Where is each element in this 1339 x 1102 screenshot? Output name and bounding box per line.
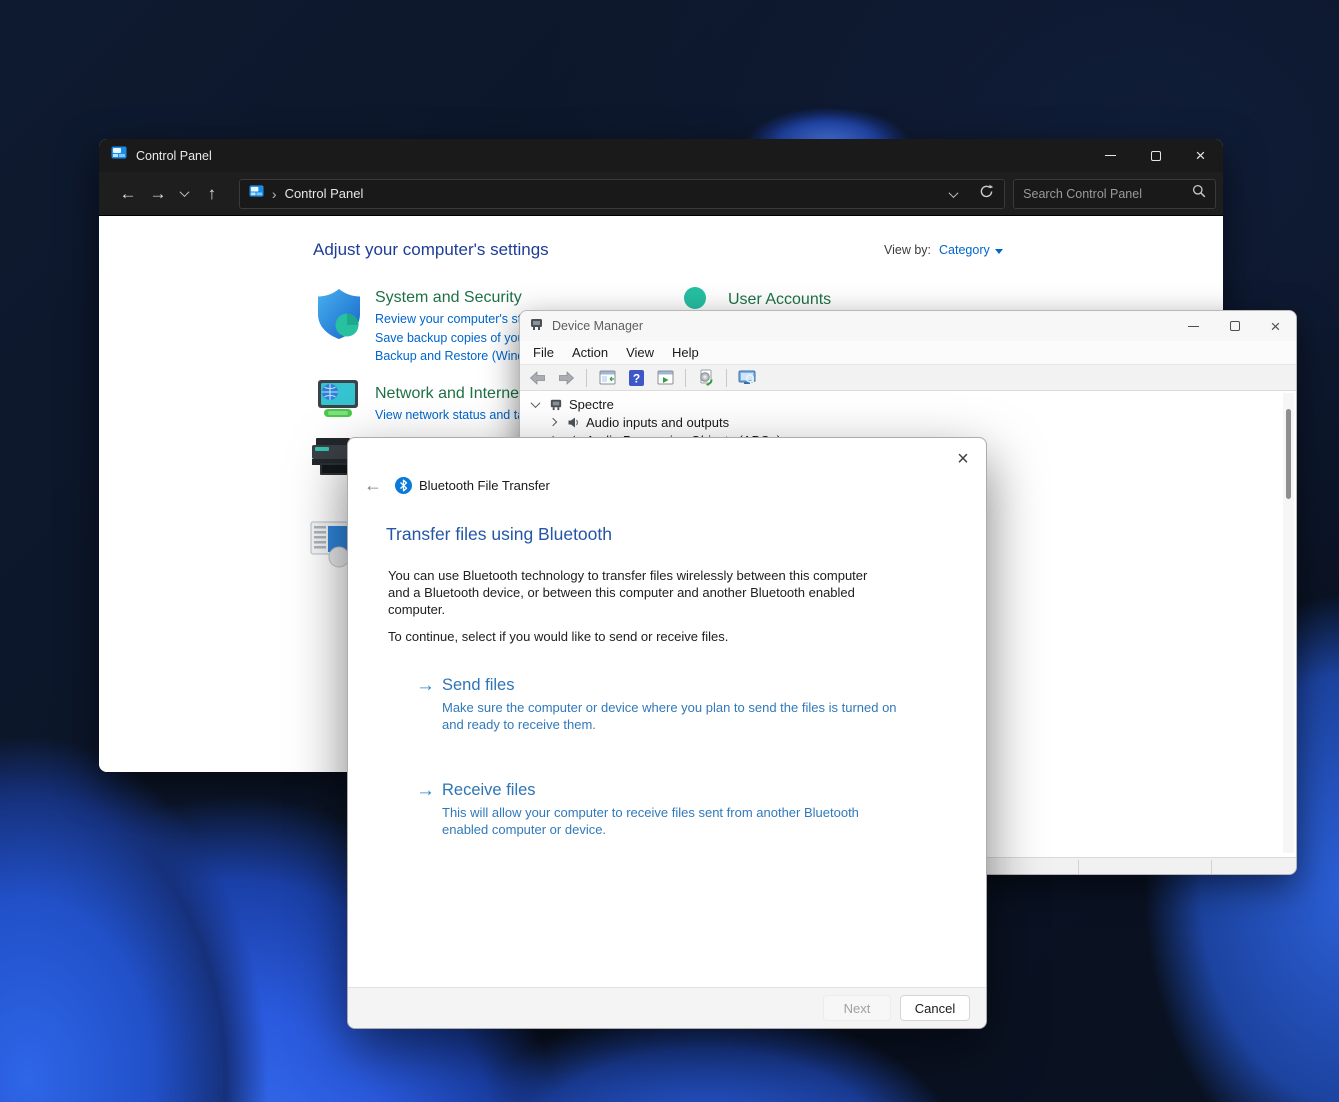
toolbar-console-tree-icon[interactable] — [595, 367, 619, 389]
menu-file[interactable]: File — [524, 345, 563, 360]
svg-text:?: ? — [632, 371, 639, 385]
right-arrow-icon — [416, 676, 435, 696]
statusbar-separator — [1078, 860, 1079, 874]
tree-row-audio-inputs[interactable]: Audio inputs and outputs — [520, 413, 729, 431]
tree-node-label[interactable]: Spectre — [569, 397, 614, 412]
view-by-dropdown[interactable]: Category — [939, 243, 1003, 257]
toolbar-separator — [726, 369, 727, 387]
toolbar-separator — [685, 369, 686, 387]
chevron-down-icon — [949, 188, 959, 198]
send-files-command-link[interactable]: Send files Make sure the computer or dev… — [416, 676, 902, 733]
minimize-button[interactable] — [1088, 139, 1133, 172]
toolbar-properties-icon[interactable] — [653, 367, 677, 389]
bluetooth-file-transfer-dialog: Bluetooth File Transfer Transfer files u… — [347, 437, 987, 1029]
desktop-wallpaper: Control Panel Control Panel — [0, 0, 1339, 1102]
prompt-text: To continue, select if you would like to… — [388, 628, 888, 645]
receive-files-description: This will allow your computer to receive… — [442, 804, 892, 838]
maximize-button[interactable] — [1133, 139, 1178, 172]
link-save-backup-copies[interactable]: Save backup copies of your — [375, 329, 531, 348]
vertical-scrollbar[interactable] — [1283, 393, 1294, 853]
minimize-icon — [1188, 326, 1199, 327]
page-title: Adjust your computer's settings — [313, 240, 549, 260]
link-review-computer-status[interactable]: Review your computer's sta — [375, 310, 531, 329]
close-button[interactable] — [1255, 311, 1296, 341]
category-user-accounts[interactable]: User Accounts — [728, 291, 831, 309]
network-internet-icon[interactable] — [314, 379, 362, 426]
back-button[interactable] — [113, 184, 143, 204]
receive-files-label[interactable]: Receive files — [442, 781, 536, 800]
breadcrumb-separator-icon — [272, 186, 277, 202]
menu-view[interactable]: View — [617, 345, 663, 360]
forward-button[interactable] — [143, 184, 173, 204]
search-box[interactable] — [1013, 179, 1216, 209]
category-network-and-internet[interactable]: Network and Interne — [375, 385, 530, 403]
close-button[interactable] — [1178, 139, 1223, 172]
computer-icon — [549, 397, 563, 411]
toolbar-help-icon[interactable]: ? — [624, 367, 648, 389]
close-icon — [1196, 147, 1206, 164]
menu-help[interactable]: Help — [663, 345, 708, 360]
device-manager-menubar: File Action View Help — [520, 341, 1296, 364]
receive-files-command-link[interactable]: Receive files This will allow your compu… — [416, 781, 892, 838]
intro-text: You can use Bluetooth technology to tran… — [388, 567, 888, 618]
toolbar-computer-search-icon[interactable] — [735, 367, 759, 389]
wizard-heading: Transfer files using Bluetooth — [386, 524, 612, 545]
device-manager-toolbar: ? — [520, 364, 1296, 391]
expand-chevron-icon[interactable] — [549, 418, 557, 426]
window-title: Control Panel — [136, 149, 212, 163]
maximize-button[interactable] — [1214, 311, 1255, 341]
toolbar-forward-icon[interactable] — [554, 367, 578, 389]
window-title: Device Manager — [552, 319, 643, 333]
toolbar-separator — [586, 369, 587, 387]
scrollbar-thumb[interactable] — [1286, 409, 1291, 499]
collapse-chevron-icon[interactable] — [531, 398, 541, 408]
next-button[interactable]: Next — [823, 995, 891, 1021]
toolbar-back-icon[interactable] — [525, 367, 549, 389]
refresh-icon[interactable] — [979, 184, 994, 204]
recent-pages-chevron[interactable] — [173, 190, 197, 197]
tree-node-label[interactable]: Audio inputs and outputs — [586, 415, 729, 430]
control-panel-navbar: Control Panel — [99, 172, 1223, 216]
system-security-icon[interactable] — [316, 288, 362, 366]
link-backup-and-restore[interactable]: Backup and Restore (Windo — [375, 347, 531, 366]
dialog-title: Bluetooth File Transfer — [419, 478, 550, 493]
speaker-icon — [567, 416, 580, 429]
minimize-icon — [1105, 155, 1116, 156]
back-button[interactable] — [358, 475, 388, 496]
cancel-button[interactable]: Cancel — [900, 995, 970, 1021]
send-files-label[interactable]: Send files — [442, 676, 514, 695]
control-panel-app-icon — [111, 145, 127, 166]
minimize-button[interactable] — [1173, 311, 1214, 341]
dropdown-triangle-icon — [995, 249, 1003, 254]
chevron-down-icon — [180, 187, 190, 197]
link-view-network-status[interactable]: View network status and tas — [375, 406, 530, 425]
send-files-description: Make sure the computer or device where y… — [442, 699, 902, 733]
view-by-value: Category — [939, 243, 990, 257]
menu-action[interactable]: Action — [563, 345, 617, 360]
location-icon — [249, 184, 264, 204]
bluetooth-icon — [395, 477, 412, 494]
control-panel-titlebar[interactable]: Control Panel — [99, 139, 1223, 172]
address-bar[interactable]: Control Panel — [239, 179, 1005, 209]
device-manager-titlebar[interactable]: Device Manager — [520, 311, 1296, 341]
maximize-icon — [1151, 151, 1161, 161]
category-system-and-security[interactable]: System and Security — [375, 289, 531, 307]
close-button[interactable] — [948, 444, 978, 474]
view-by-label: View by: — [884, 243, 931, 257]
breadcrumb[interactable]: Control Panel — [285, 186, 364, 201]
address-dropdown-chevron[interactable] — [950, 185, 957, 203]
maximize-icon — [1230, 321, 1240, 331]
close-icon — [1271, 318, 1281, 335]
toolbar-scan-hardware-icon[interactable] — [694, 367, 718, 389]
search-input[interactable] — [1023, 187, 1192, 201]
dialog-footer: Next Cancel — [348, 987, 986, 1028]
device-manager-app-icon — [529, 316, 544, 336]
search-icon[interactable] — [1192, 184, 1206, 203]
statusbar-separator — [1211, 860, 1212, 874]
tree-row-root[interactable]: Spectre — [520, 395, 614, 413]
right-arrow-icon — [416, 781, 435, 801]
up-button[interactable] — [197, 184, 227, 204]
